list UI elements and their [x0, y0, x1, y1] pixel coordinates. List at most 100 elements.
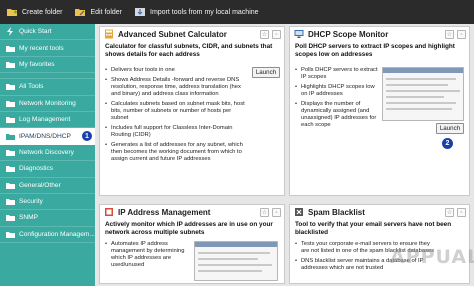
tool-screenshot-thumbnail: [382, 67, 464, 121]
top-toolbar: Create folder Edit folder Import tools f…: [0, 0, 474, 24]
sidebar-item-configuration-management[interactable]: Configuration Managem...: [0, 227, 95, 244]
card-description: Actively monitor which IP addresses are …: [105, 221, 273, 236]
favorite-star-icon[interactable]: ☆: [445, 30, 454, 39]
tool-screenshot-thumbnail: [194, 241, 278, 281]
folder-icon: [6, 149, 15, 156]
launch-button[interactable]: Launch: [436, 123, 464, 134]
sidebar-item-ipam-dns-dhcp[interactable]: IPAM/DNS/DHCP 1: [0, 128, 95, 145]
card-bullets: Automates IP address management by deter…: [105, 241, 189, 272]
folder-icon: [6, 133, 15, 140]
launch-button[interactable]: Launch: [252, 67, 280, 78]
sidebar-item-label: IPAM/DNS/DHCP: [19, 132, 71, 140]
favorite-star-icon[interactable]: ☆: [260, 30, 269, 39]
list-item: Delivers four tools in one: [105, 67, 247, 74]
folder-icon: [6, 84, 15, 91]
card-bullets: Polls DHCP servers to extract IP scopes …: [295, 67, 379, 132]
card-header: DHCP Scope Monitor: [290, 27, 469, 41]
edit-folder-label: Edit folder: [90, 8, 122, 16]
import-tools-button[interactable]: Import tools from my local machine: [134, 6, 259, 18]
favorite-star-icon[interactable]: ☆: [260, 208, 269, 217]
card-bullets: Delivers four tools in one Shows Address…: [105, 67, 247, 166]
folder-icon: [6, 117, 15, 124]
sidebar-item-label: Quick Start: [19, 28, 52, 36]
folder-icon: [6, 100, 15, 107]
card-description: Calculator for classful subnets, CIDR, a…: [105, 43, 273, 58]
settings-icon[interactable]: ▫: [272, 30, 281, 39]
sidebar-item-general-other[interactable]: General/Other: [0, 178, 95, 194]
sidebar-item-all-tools[interactable]: All Tools: [0, 79, 95, 96]
create-folder-button[interactable]: Create folder: [6, 6, 62, 18]
card-title: Advanced Subnet Calculator: [118, 29, 227, 39]
step-badge: 1: [81, 130, 93, 143]
card-description: Poll DHCP servers to extract IP scopes a…: [295, 43, 455, 58]
sidebar-item-label: SNMP: [19, 214, 39, 222]
sidebar-item-security[interactable]: Security: [0, 194, 95, 211]
card-actions: ☆ ▫: [445, 208, 466, 217]
card-header: Advanced Subnet Calculator: [100, 27, 284, 41]
sidebar-item-label: All Tools: [19, 83, 44, 91]
step-badge: 2: [441, 137, 454, 150]
sidebar-item-diagnostics[interactable]: Diagnostics: [0, 161, 95, 178]
card-header: Spam Blacklist: [290, 205, 469, 219]
sidebar-item-label: Configuration Managem...: [19, 230, 95, 238]
calculator-icon: [105, 29, 113, 39]
sidebar-item-label: Security: [19, 198, 43, 206]
sidebar-item-snmp[interactable]: SNMP: [0, 210, 95, 227]
folder-icon: [6, 166, 15, 173]
card-actions: ☆ ▫: [260, 208, 281, 217]
sidebar-item-network-discovery[interactable]: Network Discovery: [0, 145, 95, 162]
sidebar-item-log-management[interactable]: Log Management: [0, 112, 95, 129]
sidebar-item-recent-tools[interactable]: My recent tools: [0, 40, 95, 57]
monitor-icon: [294, 30, 304, 38]
card-actions: ☆ ▫: [445, 30, 466, 39]
folder-edit-icon: [75, 9, 86, 16]
list-item: Includes full support for Classless Inte…: [105, 125, 247, 139]
sidebar-item-label: My recent tools: [19, 44, 64, 52]
edit-folder-button[interactable]: Edit folder: [74, 6, 122, 18]
folder-icon: [6, 231, 15, 238]
list-item: Generates a list of addresses for any su…: [105, 142, 247, 163]
list-item: Displays the number of dynamically assig…: [295, 101, 379, 129]
list-item: Calculates subnets based on subnet mask …: [105, 101, 247, 122]
folder-icon: [6, 45, 15, 52]
sidebar: Quick Start My recent tools My favorites…: [0, 24, 95, 286]
settings-icon[interactable]: ▫: [457, 30, 466, 39]
list-item: Polls DHCP servers to extract IP scopes: [295, 67, 379, 81]
list-item: Highlights DHCP scopes low on IP address…: [295, 84, 379, 98]
sidebar-item-label: My favorites: [19, 60, 55, 68]
favorite-star-icon[interactable]: ☆: [445, 208, 454, 217]
list-item: Automates IP address management by deter…: [105, 241, 189, 269]
tool-card-dhcp-scope-monitor: DHCP Scope Monitor ☆ ▫ Poll DHCP servers…: [289, 26, 470, 196]
sidebar-item-label: Diagnostics: [19, 165, 54, 173]
list-item: Shows Address Details -forward and rever…: [105, 77, 247, 98]
card-title: Spam Blacklist: [308, 207, 365, 217]
sidebar-item-label: Log Management: [19, 116, 71, 124]
sidebar-item-label: General/Other: [19, 181, 61, 189]
ip-address-icon: [105, 208, 113, 216]
settings-icon[interactable]: ▫: [272, 208, 281, 217]
card-actions: ☆ ▫: [260, 30, 281, 39]
folder-icon: [6, 215, 15, 222]
sidebar-item-label: Network Discovery: [19, 148, 74, 156]
tool-card-ip-address-management: IP Address Management ☆ ▫ Actively monit…: [99, 204, 285, 284]
sidebar-item-favorites[interactable]: My favorites: [0, 57, 95, 74]
create-folder-label: Create folder: [22, 8, 63, 16]
tool-card-spam-blacklist: Spam Blacklist ☆ ▫ Tool to verify that y…: [289, 204, 470, 284]
lightning-icon: [7, 27, 13, 37]
import-tools-label: Import tools from my local machine: [150, 8, 259, 16]
card-title: IP Address Management: [118, 207, 211, 217]
card-description: Tool to verify that your email servers h…: [295, 221, 452, 236]
sidebar-item-quick-start[interactable]: Quick Start: [0, 24, 95, 41]
folder-icon: [6, 61, 15, 68]
blacklist-icon: [295, 208, 303, 216]
tool-card-subnet-calculator: Advanced Subnet Calculator ☆ ▫ Calculato…: [99, 26, 285, 196]
sidebar-item-label: Network Monitoring: [19, 99, 76, 107]
folder-icon: [6, 199, 15, 206]
sidebar-item-network-monitoring[interactable]: Network Monitoring: [0, 96, 95, 112]
card-header: IP Address Management: [100, 205, 284, 219]
folder-icon: [6, 182, 15, 189]
import-icon: [135, 8, 145, 16]
settings-icon[interactable]: ▫: [457, 208, 466, 217]
folder-add-icon: [7, 9, 17, 16]
card-title: DHCP Scope Monitor: [308, 29, 389, 39]
